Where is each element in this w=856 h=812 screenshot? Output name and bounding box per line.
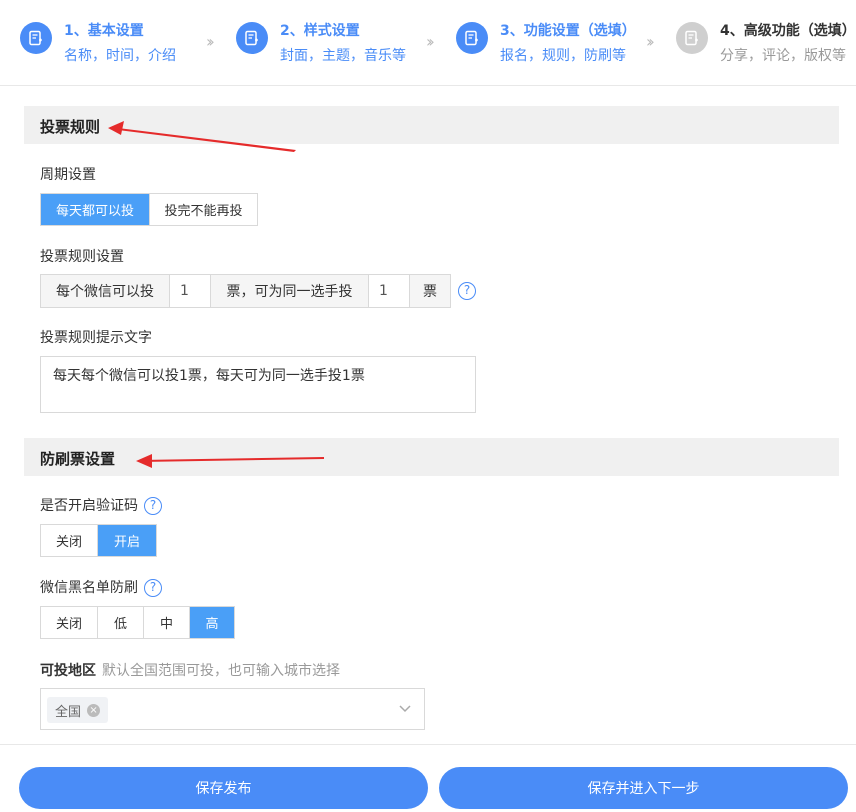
region-select[interactable]: 全国 ×: [40, 688, 425, 730]
captcha-option-on[interactable]: 开启: [98, 525, 156, 556]
help-icon[interactable]: ?: [458, 282, 476, 300]
period-settings-label: 周期设置: [40, 167, 96, 183]
chevron-down-icon: [399, 705, 411, 713]
step-title: 4、高级功能（选填）: [720, 23, 856, 39]
rule-prefix-text: 每个微信可以投: [41, 275, 170, 307]
blacklist-segmented-control: 关闭 低 中 高: [40, 606, 235, 639]
form-edit-icon: [236, 22, 268, 54]
chevron-double-right-icon: ››: [646, 32, 655, 51]
form-edit-icon: [456, 22, 488, 54]
period-option-daily[interactable]: 每天都可以投: [41, 194, 150, 225]
step-progress-bar: 1、基本设置 名称，时间，介绍 ›› 2、样式设置 封面，主题，音乐等 ›› 3…: [0, 0, 856, 86]
step-subtitle: 报名，规则，防刷等: [500, 48, 626, 64]
step-subtitle: 名称，时间，介绍: [64, 48, 176, 64]
blacklist-option-off[interactable]: 关闭: [41, 607, 98, 638]
tip-text-textarea[interactable]: 每天每个微信可以投1票，每天可为同一选手投1票: [40, 356, 476, 413]
help-icon[interactable]: ?: [144, 497, 162, 515]
footer-bar: 保存发布 保存并进入下一步: [0, 744, 856, 812]
step-title: 3、功能设置（选填）: [500, 23, 636, 39]
section-title: 投票规则: [40, 118, 101, 136]
blacklist-option-high[interactable]: 高: [190, 607, 234, 638]
section-title: 防刷票设置: [40, 450, 116, 468]
votes-per-candidate-input[interactable]: 1: [369, 275, 410, 307]
region-hint-text: 默认全国范围可投，也可输入城市选择: [102, 663, 340, 679]
blacklist-option-medium[interactable]: 中: [144, 607, 190, 638]
captcha-label: 是否开启验证码?: [40, 495, 162, 515]
region-label: 可投地区 默认全国范围可投，也可输入城市选择: [40, 660, 340, 680]
step-title: 1、基本设置: [64, 23, 144, 39]
vote-rule-input-group: 每个微信可以投 1 票，可为同一选手投 1 票: [40, 274, 451, 308]
region-tag: 全国 ×: [47, 697, 109, 723]
region-label-text: 可投地区: [40, 663, 96, 679]
rule-suffix-text: 票: [410, 275, 450, 307]
region-tag-label: 全国: [55, 704, 82, 720]
blacklist-label-text: 微信黑名单防刷: [40, 580, 138, 596]
captcha-segmented-control: 关闭 开启: [40, 524, 157, 557]
captcha-option-off[interactable]: 关闭: [41, 525, 98, 556]
captcha-label-text: 是否开启验证码: [40, 498, 138, 514]
period-option-once[interactable]: 投完不能再投: [150, 194, 257, 225]
rule-middle-text: 票，可为同一选手投: [211, 275, 369, 307]
votes-per-wechat-input[interactable]: 1: [170, 275, 211, 307]
section-header-anti-fraud: 防刷票设置: [24, 438, 839, 476]
vote-rule-settings-label: 投票规则设置: [40, 249, 124, 265]
step-title: 2、样式设置: [280, 23, 360, 39]
tip-text-label: 投票规则提示文字: [40, 330, 152, 346]
step-subtitle: 分享，评论，版权等: [720, 48, 846, 64]
close-icon[interactable]: ×: [87, 703, 101, 717]
chevron-double-right-icon: ››: [206, 32, 215, 51]
form-edit-icon: [676, 22, 708, 54]
section-header-vote-rules: 投票规则: [24, 106, 839, 144]
form-edit-icon: [20, 22, 52, 54]
help-icon[interactable]: ?: [144, 579, 162, 597]
chevron-double-right-icon: ››: [426, 32, 435, 51]
save-publish-button[interactable]: 保存发布: [19, 767, 428, 809]
save-next-button[interactable]: 保存并进入下一步: [439, 767, 848, 809]
blacklist-option-low[interactable]: 低: [98, 607, 144, 638]
step-subtitle: 封面，主题，音乐等: [280, 48, 406, 64]
blacklist-label: 微信黑名单防刷?: [40, 577, 162, 597]
period-segmented-control: 每天都可以投 投完不能再投: [40, 193, 258, 226]
